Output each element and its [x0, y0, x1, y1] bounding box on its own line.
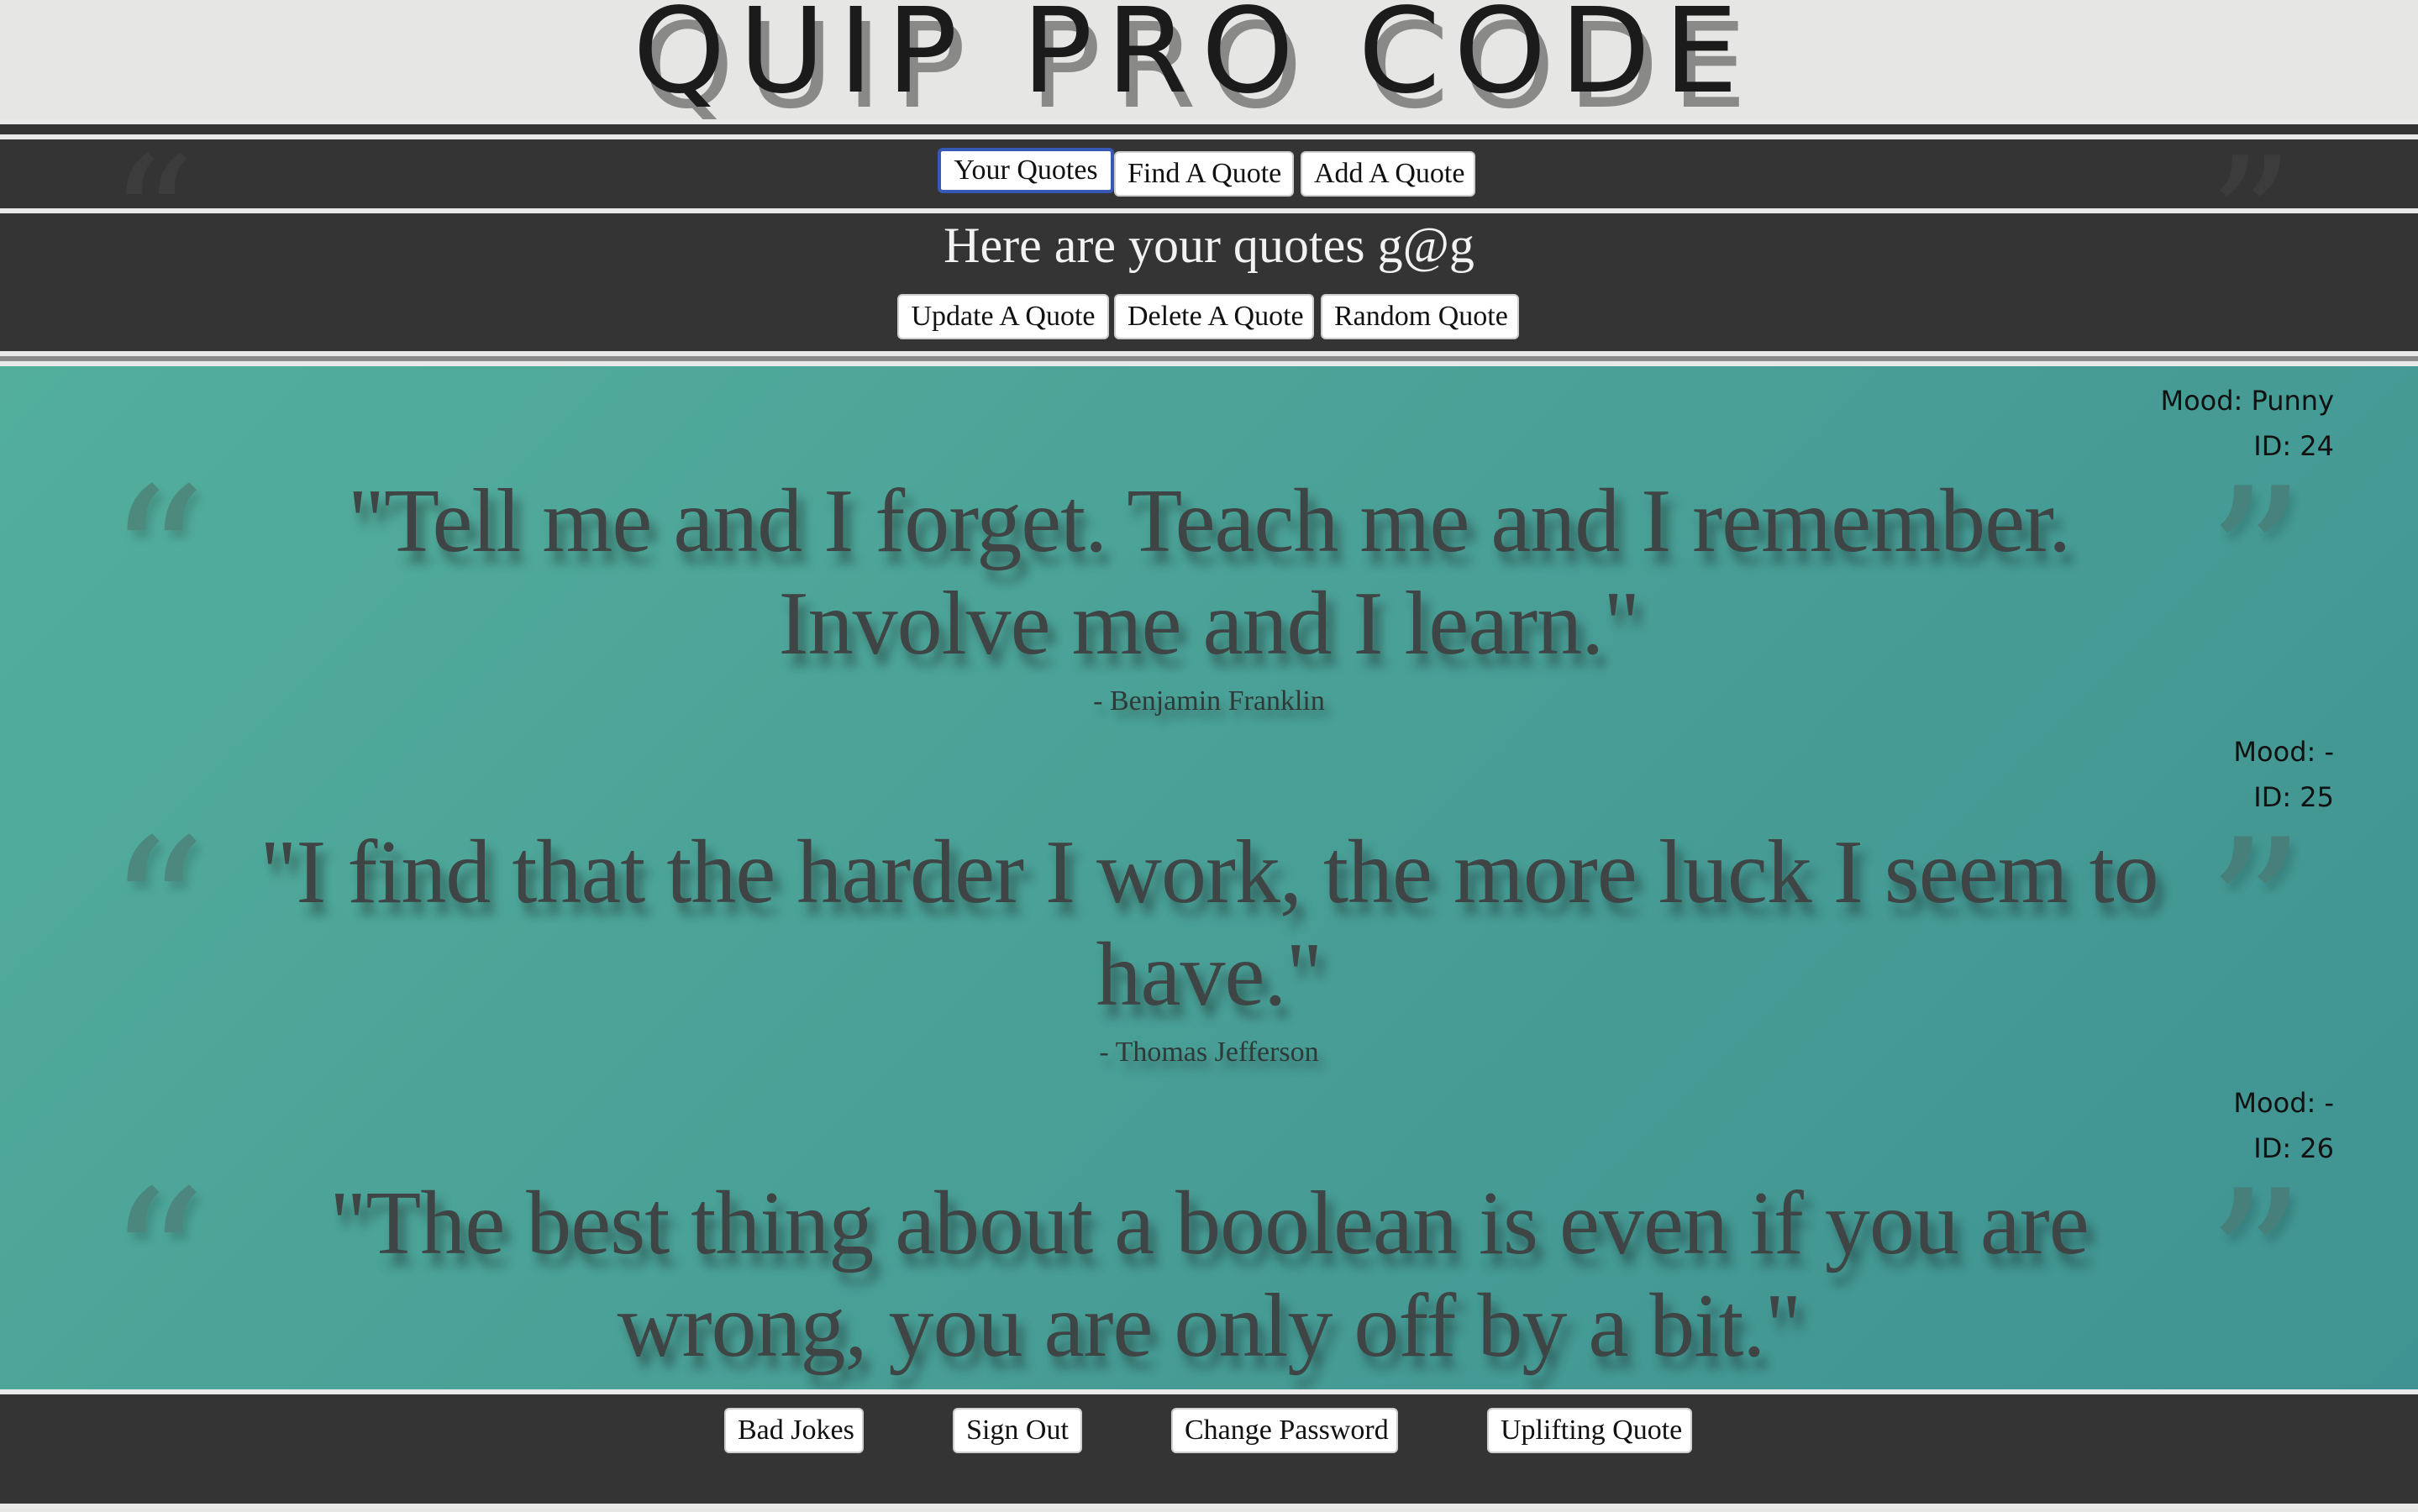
quote-text: "The best thing about a boolean is even … [329, 1173, 2089, 1376]
site-header: QUIP PRO CODE [0, 0, 2418, 119]
tab-find-a-quote[interactable]: Find A Quote [1114, 151, 1294, 197]
tab-add-a-quote[interactable]: Add A Quote [1301, 151, 1475, 197]
quote-close-icon: ” [2206, 1150, 2305, 1374]
quote-open-icon: “ [108, 799, 207, 1023]
quote-open-icon: “ [108, 1150, 207, 1374]
site-title: QUIP PRO CODE [633, 0, 1752, 120]
quote-mood: Mood: - [2233, 1087, 2334, 1119]
bad-jokes-button[interactable]: Bad Jokes [724, 1408, 864, 1453]
uplifting-quote-button[interactable]: Uplifting Quote [1487, 1408, 1692, 1453]
quote-author: - Benjamin Franklin [1093, 685, 1325, 717]
change-password-button[interactable]: Change Password [1171, 1408, 1398, 1453]
quote-text: "Tell me and I forget. Teach me and I re… [347, 471, 2071, 674]
quote-author: - Thomas Jefferson [1099, 1037, 1319, 1068]
quote-close-icon: ” [2206, 799, 2305, 1023]
quote-close-icon: ” [2206, 448, 2305, 672]
update-quote-button[interactable]: Update A Quote [897, 294, 1109, 339]
sign-out-button[interactable]: Sign Out [953, 1408, 1082, 1453]
quote-mood: Mood: Punny [2160, 385, 2334, 417]
footer-bar: Bad Jokes Sign Out Change Password Uplif… [0, 1394, 2418, 1504]
quote-mood: Mood: - [2233, 736, 2334, 768]
divider [0, 1504, 2418, 1509]
page-title: Here are your quotes g@g [944, 218, 1474, 273]
random-quote-button[interactable]: Random Quote [1321, 294, 1519, 339]
delete-quote-button[interactable]: Delete A Quote [1114, 294, 1314, 339]
quote-open-icon: “ [108, 448, 207, 672]
quote-list: Mood: Punny ID: 24 “ ” "Tell me and I fo… [0, 366, 2418, 1389]
tab-your-quotes[interactable]: Your Quotes [938, 148, 1114, 193]
quote-text: "I find that the harder I work, the more… [260, 822, 2158, 1025]
nav-bar: “ ” Your Quotes Find A Quote Add A Quote [0, 136, 2418, 304]
